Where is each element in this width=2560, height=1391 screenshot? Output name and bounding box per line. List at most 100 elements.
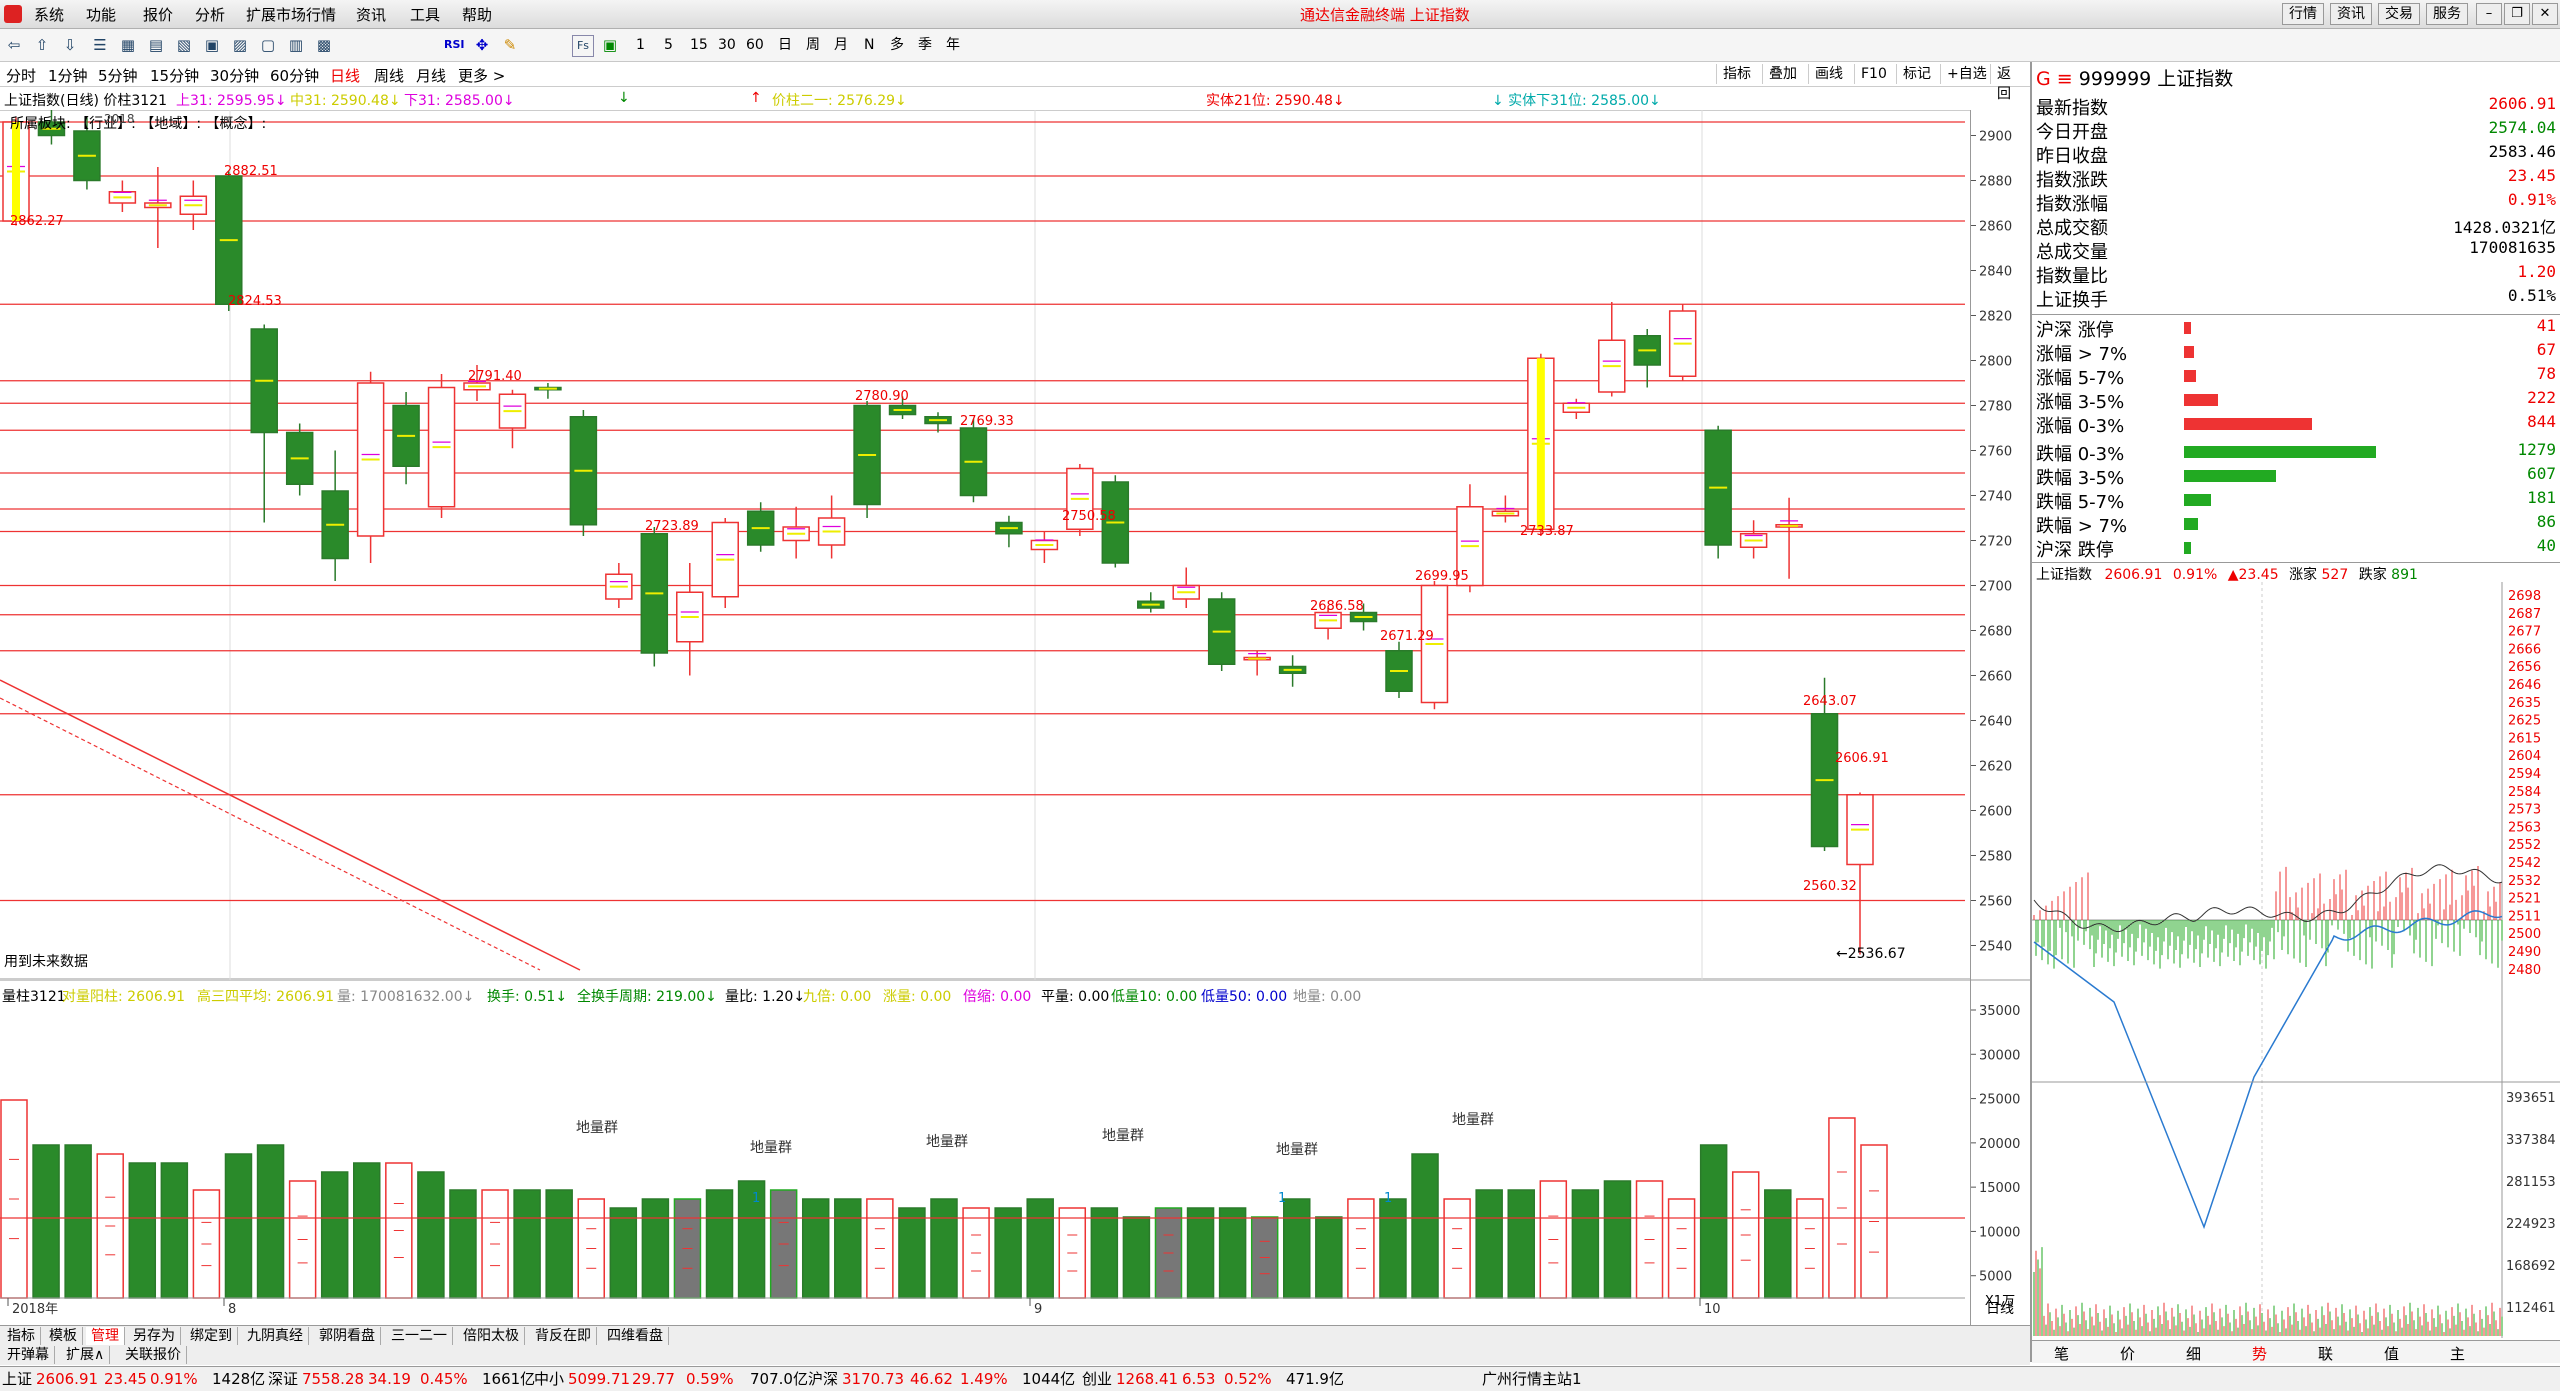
template-tab[interactable]: 绑定到	[185, 1327, 238, 1345]
panel-tab[interactable]: 势	[2252, 1343, 2267, 1364]
volume-bar[interactable]	[1090, 1207, 1119, 1299]
period-tab-30min[interactable]: 30分钟	[210, 65, 259, 86]
volume-bar[interactable]	[1603, 1180, 1632, 1299]
extension-tab[interactable]: 扩展∧	[61, 1346, 111, 1364]
volume-bar[interactable]	[1379, 1198, 1407, 1299]
menu-analysis[interactable]: 分析	[195, 4, 225, 25]
panel-tab[interactable]: 笔	[2054, 1343, 2069, 1364]
volume-bar[interactable]	[866, 1198, 894, 1299]
panel-tab[interactable]: 主	[2450, 1343, 2465, 1364]
volume-bar[interactable]	[801, 1198, 830, 1299]
down-icon[interactable]: ⇩	[60, 35, 80, 55]
window2-icon[interactable]: ▥	[286, 35, 306, 55]
period-tab-60min[interactable]: 60分钟	[270, 65, 319, 86]
volume-bar[interactable]	[224, 1153, 253, 1299]
template-tab[interactable]: 指标	[2, 1327, 41, 1345]
extension-tab[interactable]: 关联报价	[120, 1346, 187, 1364]
period-tab-timeshare[interactable]: 分时	[6, 65, 36, 86]
f10-button[interactable]: F10	[1854, 64, 1893, 84]
candle[interactable]	[995, 515, 1023, 548]
period-tab-15min[interactable]: 15分钟	[150, 65, 199, 86]
candle[interactable]	[215, 171, 243, 312]
candle[interactable]	[1562, 398, 1591, 419]
period-num-30[interactable]: 30	[718, 35, 736, 55]
candle[interactable]	[1420, 581, 1449, 710]
mark-button[interactable]: 标记	[1896, 64, 1937, 84]
volume-bar[interactable]	[898, 1207, 926, 1299]
up-icon[interactable]: ⇧	[32, 35, 52, 55]
period-tab-1min[interactable]: 1分钟	[48, 65, 88, 86]
volume-bar[interactable]	[1828, 1117, 1856, 1299]
candle[interactable]	[640, 527, 669, 667]
volume-bar[interactable]	[160, 1162, 189, 1299]
volume-bar[interactable]	[1058, 1207, 1087, 1299]
menu-help[interactable]: 帮助	[462, 4, 492, 25]
volume-bar[interactable]	[1347, 1198, 1375, 1299]
add-watchlist-button[interactable]: +自选	[1940, 64, 1993, 84]
volume-bar[interactable]	[1539, 1180, 1568, 1299]
candle[interactable]	[1385, 641, 1413, 698]
candle[interactable]	[605, 563, 633, 608]
volume-bar[interactable]	[449, 1189, 477, 1299]
volume-bar[interactable]	[834, 1198, 862, 1299]
panel-tab[interactable]: 细	[2186, 1343, 2201, 1364]
candle[interactable]	[1598, 302, 1626, 397]
rsi-icon[interactable]: RSI	[444, 35, 465, 55]
list-icon[interactable]: ☰	[90, 35, 110, 55]
grid-icon[interactable]: ▤	[146, 35, 166, 55]
volume-bar[interactable]	[1667, 1198, 1696, 1299]
volume-bar[interactable]	[0, 1099, 28, 1299]
volume-bar[interactable]	[577, 1198, 605, 1299]
screen-icon[interactable]: ▣	[600, 35, 620, 55]
window-icon[interactable]: ▢	[258, 35, 278, 55]
candle[interactable]	[1668, 304, 1697, 381]
volume-bar[interactable]	[192, 1189, 221, 1299]
volume-bar[interactable]	[32, 1144, 60, 1299]
intraday-mini-chart[interactable]: 2698 2687 2677 2666 2656 2646 2635 2625 2615 2604…	[2032, 582, 2560, 1362]
draw-button[interactable]: 画线	[1808, 64, 1849, 84]
template-tab[interactable]: 管理	[86, 1327, 125, 1345]
menu-news[interactable]: 资讯	[356, 4, 386, 25]
template-tab[interactable]: 郭阴看盘	[314, 1327, 381, 1345]
overlay-button[interactable]: 叠加	[1762, 64, 1803, 84]
volume-bar[interactable]	[1250, 1216, 1279, 1299]
candle[interactable]	[1278, 655, 1307, 687]
period-year[interactable]: 年	[946, 35, 960, 55]
panel-tab[interactable]: 价	[2120, 1343, 2135, 1364]
candle[interactable]	[392, 392, 420, 485]
period-multi[interactable]: 多	[890, 35, 904, 55]
ruler-icon[interactable]: ▩	[314, 35, 334, 55]
candle[interactable]	[676, 563, 704, 676]
volume-bar[interactable]	[96, 1153, 124, 1299]
chart-icon[interactable]: ▧	[174, 35, 194, 55]
volume-bar[interactable]	[1315, 1216, 1343, 1299]
candle[interactable]	[1633, 329, 1661, 388]
period-tab-daily[interactable]: 日线	[330, 65, 360, 86]
candle[interactable]	[285, 423, 314, 496]
template-tab[interactable]: 另存为	[128, 1327, 181, 1345]
back-icon[interactable]: ⇦	[4, 35, 24, 55]
volume-bar[interactable]	[320, 1171, 349, 1299]
indicator-button[interactable]: 指标	[1716, 64, 1757, 84]
volume-bar[interactable]	[1731, 1171, 1760, 1299]
panel-tab[interactable]: 联	[2318, 1343, 2333, 1364]
volume-bar[interactable]	[481, 1189, 509, 1299]
period-num-5[interactable]: 5	[664, 35, 673, 55]
template-tab[interactable]: 背反在即	[530, 1327, 597, 1345]
menu-function[interactable]: 功能	[86, 4, 116, 25]
volume-bar[interactable]	[1635, 1180, 1664, 1299]
volume-bar[interactable]	[705, 1189, 734, 1299]
volume-bar[interactable]	[1283, 1198, 1311, 1299]
candle[interactable]	[1172, 567, 1200, 609]
candle[interactable]	[1739, 520, 1768, 559]
period-n[interactable]: N	[864, 35, 874, 55]
period-month[interactable]: 月	[834, 35, 848, 55]
candle[interactable]	[356, 371, 385, 563]
candle[interactable]	[1066, 464, 1094, 536]
top-button-service[interactable]: 服务	[2426, 3, 2468, 25]
top-button-market[interactable]: 行情	[2282, 3, 2324, 25]
volume-bar[interactable]	[1122, 1216, 1151, 1299]
period-season[interactable]: 季	[918, 35, 932, 55]
volume-bar[interactable]	[1699, 1144, 1728, 1299]
candle[interactable]	[817, 495, 846, 559]
